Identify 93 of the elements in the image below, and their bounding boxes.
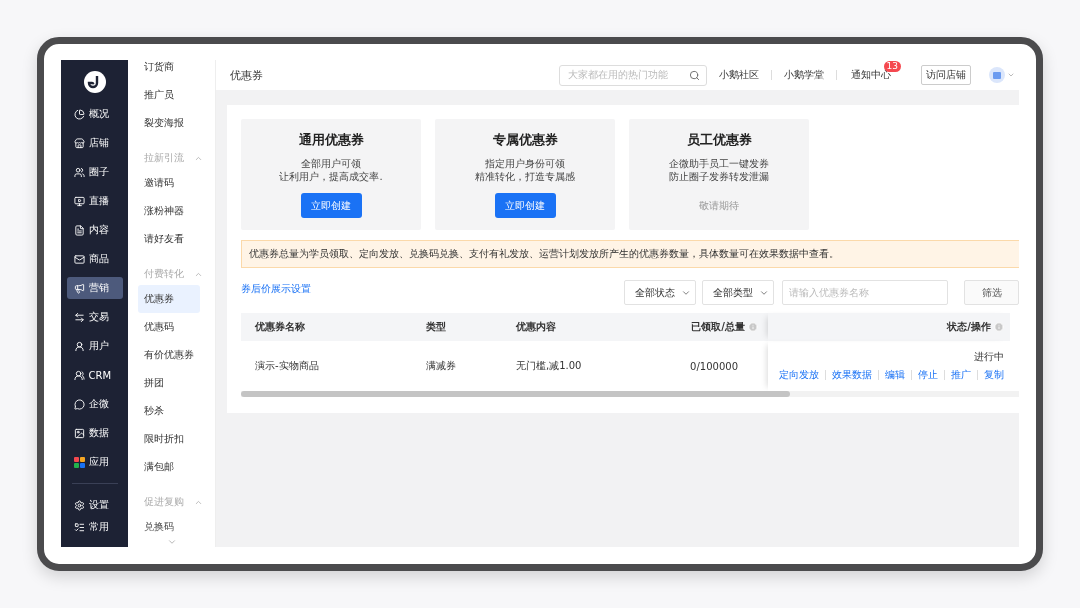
settings-icon [73, 499, 85, 511]
pie-chart-icon [73, 108, 85, 120]
subnav-item[interactable]: 请好友看 [138, 225, 200, 253]
subnav-item[interactable]: 推广员 [138, 81, 200, 109]
exchange-icon [73, 311, 85, 323]
status-select[interactable]: 全部状态 [624, 280, 696, 305]
people-icon [73, 166, 85, 178]
card-title: 员工优惠券 [686, 131, 752, 149]
status-text: 进行中 [974, 350, 1004, 364]
store-icon [73, 137, 85, 149]
card-description: 精准转化，打造专属感 [475, 170, 575, 183]
table-cell-text: 无门槛,减1.00 [515, 359, 583, 373]
nav-item[interactable]: 内容 [66, 219, 123, 241]
nav-item[interactable]: 营销 [66, 277, 123, 299]
nav-item[interactable]: 数据 [66, 422, 123, 444]
avatar[interactable] [989, 67, 1005, 83]
column-header: 优惠内容 [502, 313, 642, 341]
subnav-item[interactable]: 秒杀 [138, 397, 200, 425]
nav-item[interactable]: 应用 [66, 451, 123, 473]
action-link[interactable]: 复制 [984, 368, 1004, 382]
info-icon[interactable] [994, 322, 1004, 332]
subnav-item[interactable]: 优惠码 [138, 313, 200, 341]
search-icon [689, 69, 700, 81]
header-link[interactable]: 小鹅学堂 [780, 68, 828, 82]
subnav-item[interactable]: 订货商 [138, 60, 200, 81]
column-header: 优惠券名称 [241, 313, 412, 341]
visit-store-button[interactable]: 访问店铺 [921, 65, 971, 85]
card-description: 指定用户身份可领 [484, 157, 566, 170]
chat-icon [73, 398, 85, 410]
column-header: 类型 [412, 313, 502, 341]
image-icon [73, 427, 85, 439]
card-description: 让利用户，提高成交率. [279, 170, 383, 183]
action-link[interactable]: 效果数据 [832, 368, 872, 382]
header-link[interactable]: 通知中心 [851, 69, 891, 80]
scrollbar[interactable] [241, 391, 790, 397]
action-link[interactable]: 停止 [918, 368, 938, 382]
group-heading: 拉新引流 [144, 151, 184, 165]
action-link[interactable]: 编辑 [885, 368, 905, 382]
card-title: 通用优惠券 [298, 131, 364, 149]
nav-item[interactable]: 设置 [66, 494, 123, 516]
chevron-down-icon[interactable] [166, 537, 177, 547]
column-header: 已领取/总量 [642, 313, 768, 341]
nav-item[interactable]: 企微 [66, 393, 123, 415]
card-description: 防止圈子发券转发泄漏 [669, 170, 769, 183]
subnav-item[interactable]: 邀请码 [138, 169, 200, 197]
nav-item[interactable]: 常用 [66, 516, 123, 538]
apps-icon [73, 456, 85, 468]
subnav-item[interactable]: 兑换码 [138, 513, 200, 541]
page-title: 优惠券 [230, 67, 263, 83]
card-title: 专属优惠券 [492, 131, 558, 149]
notification-badge: 13 [883, 61, 901, 72]
megaphone-icon [73, 282, 85, 294]
create-button[interactable]: 立即创建 [300, 193, 362, 218]
info-icon[interactable] [748, 322, 758, 332]
table-cell-text: 演示-实物商品 [254, 359, 320, 373]
nav-item[interactable]: 交易 [66, 306, 123, 328]
action-link[interactable]: 定向发放 [779, 368, 819, 382]
subnav-item[interactable]: 限时折扣 [138, 425, 200, 453]
subnav-item[interactable]: 优惠券 [138, 285, 200, 313]
type-select[interactable]: 全部类型 [702, 280, 774, 305]
subnav-item[interactable]: 满包邮 [138, 453, 200, 481]
list-icon [73, 521, 85, 533]
users-icon [73, 369, 85, 381]
video-icon [73, 195, 85, 207]
create-button[interactable]: 立即创建 [494, 193, 556, 218]
action-link[interactable]: 推广 [951, 368, 971, 382]
table-cell-text: 满减券 [425, 359, 457, 373]
user-icon [73, 340, 85, 352]
group-heading: 付费转化 [144, 267, 184, 281]
logo-icon [83, 71, 106, 93]
nav-item[interactable]: 概况 [66, 103, 123, 125]
filter-button[interactable]: 筛选 [964, 280, 1019, 305]
settings-link[interactable]: 券后价展示设置 [241, 282, 311, 296]
nav-item[interactable]: CRM [66, 364, 123, 386]
card-description: 企微助手员工一键发券 [669, 157, 769, 170]
nav-item[interactable]: 直播 [66, 190, 123, 212]
subnav-item[interactable]: 裂变海报 [138, 109, 200, 137]
subnav-item[interactable]: 拼团 [138, 369, 200, 397]
group-heading: 促进复购 [144, 495, 184, 509]
nav-item[interactable]: 店铺 [66, 132, 123, 154]
nav-item[interactable]: 用户 [66, 335, 123, 357]
subnav-item[interactable]: 有价优惠券 [138, 341, 200, 369]
table-cell-text: 0/100000 [689, 359, 739, 374]
nav-item[interactable]: 商品 [66, 248, 123, 270]
subnav-item[interactable]: 涨粉神器 [138, 197, 200, 225]
column-header: 状态/操作 [768, 313, 1010, 341]
document-icon [73, 224, 85, 236]
card-description: 全部用户可领 [300, 157, 362, 170]
chevron-down-icon[interactable] [1007, 71, 1015, 79]
coming-soon-text: 敬请期待 [699, 199, 739, 213]
notice-banner: 优惠券总量为学员领取、定向发放、兑换码兑换、支付有礼发放、运营计划发放所产生的优惠券数量，具体数量可在效果数据中查看。 [241, 240, 1019, 268]
nav-item[interactable]: 圈子 [66, 161, 123, 183]
header-link[interactable]: 小鹅社区 [715, 68, 763, 82]
